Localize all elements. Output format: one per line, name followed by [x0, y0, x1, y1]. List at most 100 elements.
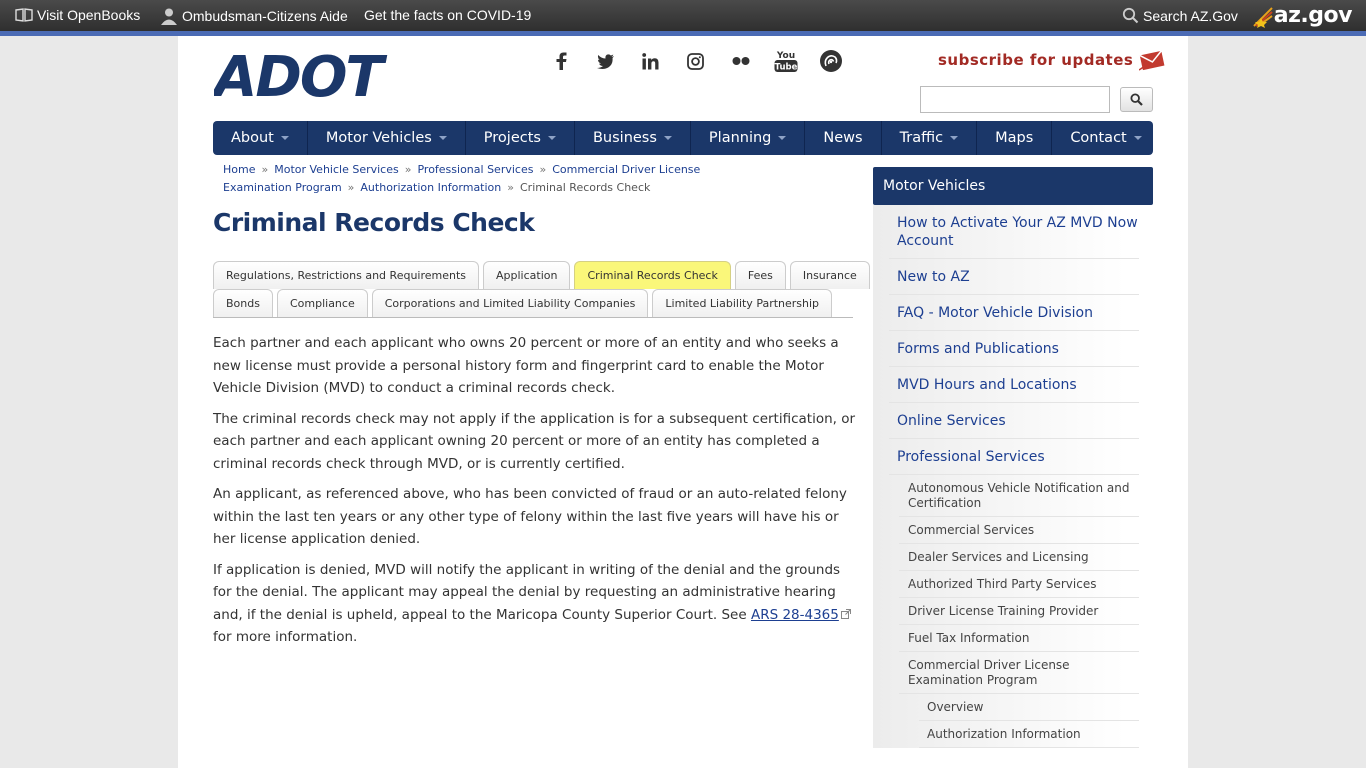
- breadcrumb-separator: »: [539, 163, 547, 176]
- breadcrumb-professional-services[interactable]: Professional Services: [417, 163, 533, 176]
- sidebar-title[interactable]: Motor Vehicles: [873, 167, 1153, 205]
- arizona-star-icon: [1253, 6, 1273, 28]
- subscribe-label: subscribe for updates: [938, 51, 1134, 69]
- nav-news-label: News: [823, 130, 863, 146]
- ars-28-4365-link[interactable]: ARS 28-4365: [751, 607, 851, 623]
- book-icon: [15, 8, 33, 22]
- state-topbar: Visit OpenBooks Ombudsman-Citizens Aide …: [0, 0, 1366, 36]
- nav-motor-vehicles[interactable]: Motor Vehicles: [308, 121, 466, 155]
- sidebar-subitem-third-party[interactable]: Authorized Third Party Services: [899, 571, 1139, 598]
- tab-application[interactable]: Application: [483, 261, 571, 289]
- nav-maps[interactable]: Maps: [977, 121, 1053, 155]
- openbooks-link[interactable]: Visit OpenBooks: [15, 7, 140, 23]
- sidebar-list: How to Activate Your AZ MVD Now Account …: [873, 205, 1153, 748]
- sidebar-item-online-services[interactable]: Online Services: [889, 403, 1139, 439]
- sidebar-subsubitem-overview[interactable]: Overview: [919, 694, 1139, 721]
- tab-compliance[interactable]: Compliance: [276, 289, 368, 317]
- nav-planning-label: Planning: [708, 130, 772, 146]
- nav-news[interactable]: News: [805, 121, 882, 155]
- sidebar-subitem-autonomous-vehicle[interactable]: Autonomous Vehicle Notification and Cert…: [899, 475, 1139, 517]
- sidebar-subitem-commercial-services[interactable]: Commercial Services: [899, 517, 1139, 544]
- chevron-down-icon: [280, 136, 289, 140]
- search-icon: [1130, 93, 1143, 106]
- chevron-down-icon: [438, 136, 447, 140]
- nav-about[interactable]: About: [213, 121, 308, 155]
- tab-regulations[interactable]: Regulations, Restrictions and Requiremen…: [213, 261, 480, 289]
- tab-divider: [213, 317, 853, 318]
- youtube-you-text: You: [775, 51, 794, 61]
- content-paragraph: If application is denied, MVD will notif…: [213, 559, 856, 649]
- main-content: Each partner and each applicant who owns…: [213, 332, 856, 657]
- envelope-icon: [1139, 50, 1165, 71]
- instagram-icon[interactable]: [673, 48, 718, 74]
- nav-contact[interactable]: Contact: [1052, 121, 1159, 155]
- sidebar-subitem-driver-training[interactable]: Driver License Training Provider: [899, 598, 1139, 625]
- flickr-icon[interactable]: [718, 48, 763, 74]
- search-azgov-label: Search AZ.Gov: [1143, 7, 1238, 24]
- breadcrumb-separator: »: [347, 181, 355, 194]
- nav-projects[interactable]: Projects: [466, 121, 575, 155]
- nav-planning[interactable]: Planning: [691, 121, 806, 155]
- linkedin-icon[interactable]: [628, 48, 673, 74]
- sidebar-item-professional-services[interactable]: Professional Services: [889, 439, 1139, 475]
- tab-corporations-llc[interactable]: Corporations and Limited Liability Compa…: [371, 289, 649, 317]
- chevron-down-icon: [547, 136, 556, 140]
- chevron-down-icon: [950, 136, 959, 140]
- ombudsman-label: Ombudsman-Citizens Aide: [182, 8, 348, 24]
- sidebar-subitem-cdl-exam[interactable]: Commercial Driver License Examination Pr…: [899, 652, 1139, 694]
- azgov-text: az.gov: [1273, 3, 1353, 28]
- azgov-logo[interactable]: az.gov: [1252, 3, 1353, 28]
- sidebar-subitem-fuel-tax[interactable]: Fuel Tax Information: [899, 625, 1139, 652]
- breadcrumb-current: Criminal Records Check: [520, 181, 651, 194]
- search-azgov-link[interactable]: Search AZ.Gov: [1122, 7, 1238, 24]
- external-link-icon: [840, 608, 851, 619]
- openbooks-label: Visit OpenBooks: [37, 7, 141, 23]
- sidebar-item-forms[interactable]: Forms and Publications: [889, 331, 1139, 367]
- ars-link-label: ARS 28-4365: [750, 606, 839, 623]
- content-paragraph: Each partner and each applicant who owns…: [213, 335, 839, 396]
- tab-bonds[interactable]: Bonds: [213, 289, 273, 317]
- tab-row-2: Bonds Compliance Corporations and Limite…: [213, 289, 853, 317]
- chevron-down-icon: [663, 136, 672, 140]
- site-search-input[interactable]: [920, 86, 1110, 113]
- ombudsman-link[interactable]: Ombudsman-Citizens Aide: [160, 7, 348, 25]
- youtube-icon[interactable]: You Tube: [763, 48, 808, 74]
- sidebar-item-activate-account[interactable]: How to Activate Your AZ MVD Now Account: [889, 205, 1139, 259]
- sidebar-subitem-dealer-services[interactable]: Dealer Services and Licensing: [899, 544, 1139, 571]
- nav-business-label: Business: [592, 130, 657, 146]
- covid-link[interactable]: Get the facts on COVID-19: [364, 7, 531, 23]
- breadcrumb-separator: »: [507, 181, 514, 194]
- twitter-icon[interactable]: [583, 48, 628, 74]
- subscribe-link[interactable]: subscribe for updates: [938, 48, 1165, 72]
- sidebar-item-new-to-az[interactable]: New to AZ: [889, 259, 1139, 295]
- breadcrumb-separator: »: [404, 163, 412, 176]
- tab-insurance[interactable]: Insurance: [789, 261, 870, 289]
- breadcrumb-separator: »: [261, 163, 269, 176]
- tab-criminal-records-check[interactable]: Criminal Records Check: [574, 261, 731, 289]
- adot-logo[interactable]: ADOT: [210, 45, 454, 110]
- youtube-tube-text: Tube: [774, 63, 797, 73]
- tab-fees[interactable]: Fees: [734, 261, 786, 289]
- podcast-icon[interactable]: [808, 48, 853, 74]
- nav-traffic[interactable]: Traffic: [882, 121, 978, 155]
- tab-llp[interactable]: Limited Liability Partnership: [652, 289, 833, 317]
- content-paragraph: The criminal records check may not apply…: [213, 410, 856, 472]
- nav-maps-label: Maps: [995, 130, 1034, 146]
- site-search-button[interactable]: [1120, 87, 1153, 112]
- search-icon: [1122, 7, 1139, 24]
- sidebar-item-faq[interactable]: FAQ - Motor Vehicle Division: [889, 295, 1139, 331]
- nav-business[interactable]: Business: [575, 121, 691, 155]
- sidebar: Motor Vehicles How to Activate Your AZ M…: [873, 167, 1153, 748]
- breadcrumb-motor-vehicle-services[interactable]: Motor Vehicle Services: [274, 163, 399, 176]
- sidebar-subsubitem-authorization[interactable]: Authorization Information: [919, 721, 1139, 748]
- main-nav: About Motor Vehicles Projects Business P…: [213, 121, 1153, 155]
- chevron-down-icon: [1133, 136, 1142, 140]
- facebook-icon[interactable]: [538, 48, 583, 74]
- adot-logo-text: ADOT: [214, 52, 387, 100]
- nav-about-label: About: [231, 130, 274, 146]
- breadcrumb-home[interactable]: Home: [223, 163, 255, 176]
- tab-bar: Regulations, Restrictions and Requiremen…: [213, 261, 870, 318]
- breadcrumb-authorization-information[interactable]: Authorization Information: [360, 181, 501, 194]
- sidebar-item-hours-locations[interactable]: MVD Hours and Locations: [889, 367, 1139, 403]
- nav-traffic-label: Traffic: [899, 130, 944, 146]
